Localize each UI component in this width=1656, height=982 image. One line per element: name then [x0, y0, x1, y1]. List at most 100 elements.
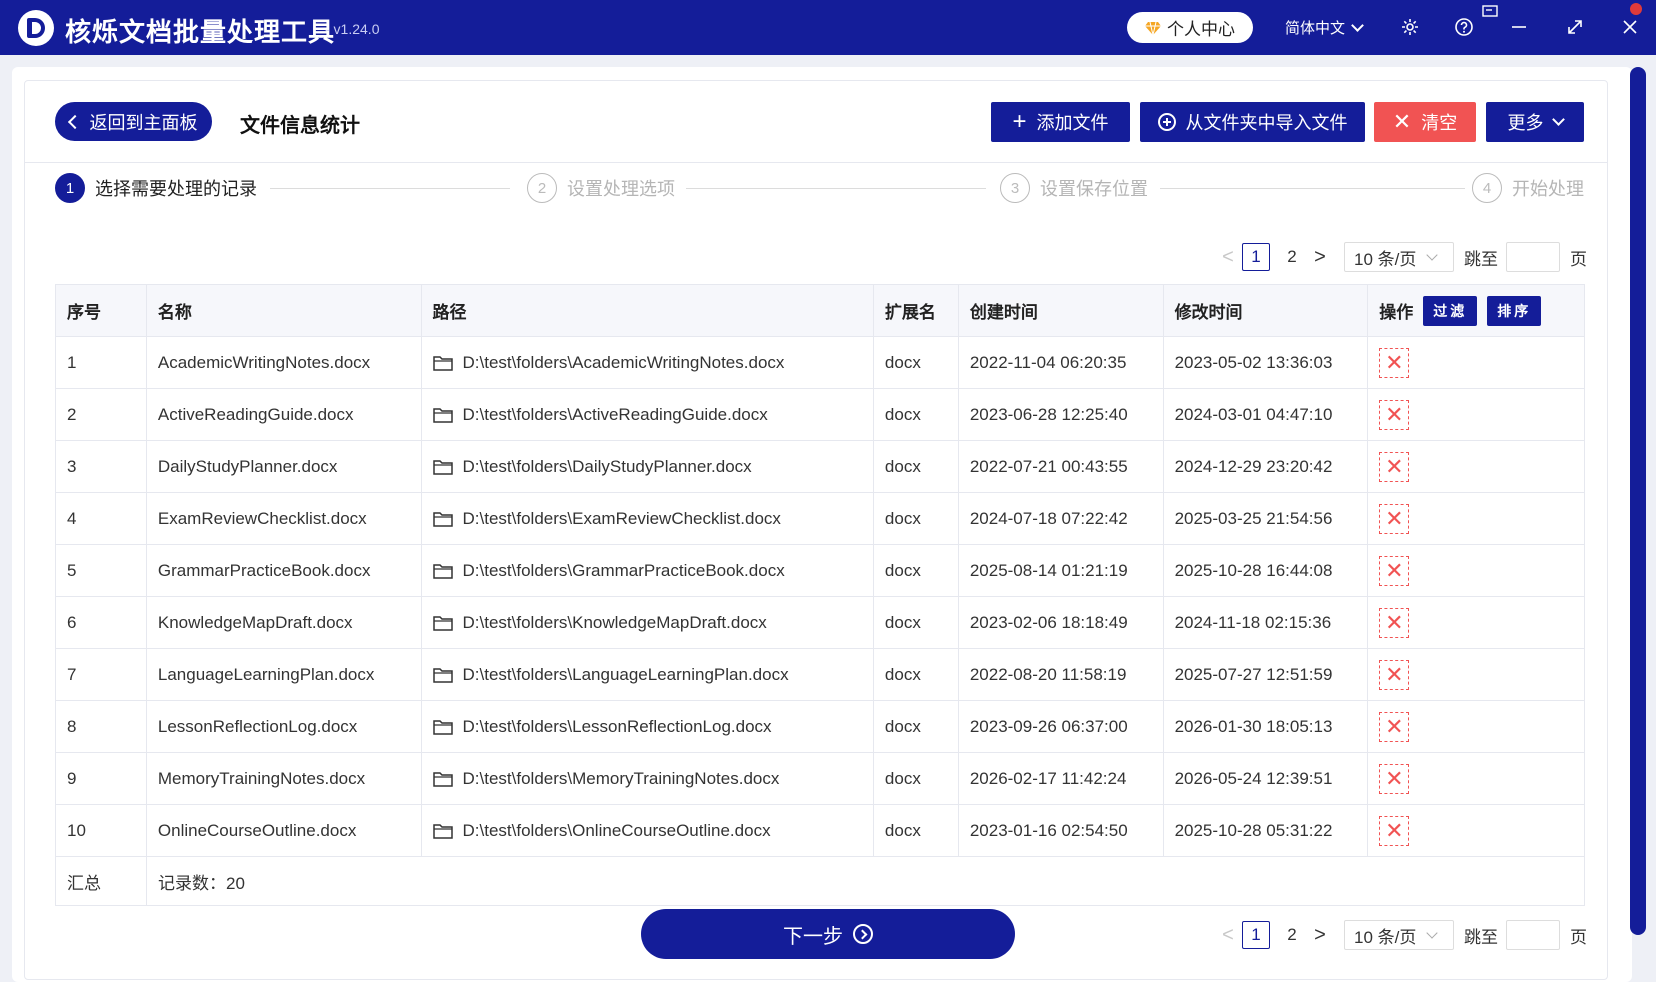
next-step-button[interactable]: 下一步 [641, 909, 1015, 959]
maximize-icon[interactable] [1562, 14, 1588, 40]
row-mtime: 2025-10-28 16:44:08 [1164, 545, 1369, 596]
delete-row-icon[interactable]: ✕ [1379, 711, 1410, 742]
row-path: D:\test\folders\AcademicWritingNotes.doc… [422, 337, 874, 388]
row-ext: docx [874, 805, 959, 856]
page-1-button[interactable]: 1 [1242, 243, 1270, 271]
record-count: 记录数：20 [158, 873, 245, 893]
folder-icon[interactable] [432, 719, 453, 735]
clear-button[interactable]: ✕ 清空 [1374, 102, 1476, 142]
delete-row-icon[interactable]: ✕ [1379, 763, 1410, 794]
row-mtime: 2025-10-28 05:31:22 [1164, 805, 1369, 856]
page-2-button[interactable]: 2 [1278, 243, 1306, 271]
close-icon[interactable] [1617, 14, 1643, 40]
step-connector [1160, 188, 1465, 189]
step-label: 设置处理选项 [567, 179, 675, 199]
delete-row-icon[interactable]: ✕ [1379, 555, 1410, 586]
more-dropdown-button[interactable]: 更多 [1486, 102, 1584, 142]
row-ext: docx [874, 389, 959, 440]
page-suffix: 页 [1570, 249, 1587, 269]
personal-center-button[interactable]: 个人中心 [1127, 12, 1253, 43]
folder-icon[interactable] [432, 355, 453, 371]
row-no: 4 [56, 493, 147, 544]
summary-row: 汇总 记录数：20 [56, 857, 1584, 905]
row-ctime: 2026-02-17 11:42:24 [959, 753, 1164, 804]
table-row[interactable]: 5 GrammarPracticeBook.docx D:\test\folders… [56, 545, 1584, 597]
more-label: 更多 [1507, 113, 1544, 133]
table-header: 序号 名称 路径 扩展名 创建时间 修改时间 操作 过滤 排序 [56, 285, 1584, 337]
row-name: KnowledgeMapDraft.docx [147, 597, 422, 648]
row-op: ✕ [1368, 337, 1584, 388]
row-no: 3 [56, 441, 147, 492]
add-file-button[interactable]: + 添加文件 [991, 102, 1130, 142]
table-row[interactable]: 6 KnowledgeMapDraft.docx D:\test\folders\K… [56, 597, 1584, 649]
row-op: ✕ [1368, 545, 1584, 596]
delete-row-icon[interactable]: ✕ [1379, 399, 1410, 430]
page-size-select[interactable]: 10 条/页 [1344, 242, 1454, 272]
path-text: D:\test\folders\ActiveReadingGuide.docx [462, 404, 768, 424]
delete-row-icon[interactable]: ✕ [1379, 659, 1410, 690]
step-connector [686, 188, 986, 189]
folder-icon[interactable] [432, 615, 453, 631]
prev-page-button[interactable]: < [1218, 924, 1238, 947]
table-row[interactable]: 8 LessonReflectionLog.docx D:\test\folders… [56, 701, 1584, 753]
personal-center-label: 个人中心 [1167, 20, 1235, 39]
header-op-label: 操作 [1379, 303, 1414, 322]
table-row[interactable]: 2 ActiveReadingGuide.docx D:\test\folders\… [56, 389, 1584, 441]
folder-icon[interactable] [432, 459, 453, 475]
delete-row-icon[interactable]: ✕ [1379, 607, 1410, 638]
pagination-top: < 1 2 > 10 条/页 跳至 页 [1218, 242, 1587, 272]
import-folder-button[interactable]: 从文件夹中导入文件 [1140, 102, 1365, 142]
prev-page-button[interactable]: < [1218, 246, 1238, 269]
row-op: ✕ [1368, 441, 1584, 492]
table-row[interactable]: 7 LanguageLearningPlan.docx D:\test\folder… [56, 649, 1584, 701]
row-ext: docx [874, 441, 959, 492]
settings-gear-icon[interactable] [1397, 14, 1423, 40]
circle-plus-icon [1157, 113, 1176, 131]
delete-row-icon[interactable]: ✕ [1379, 815, 1410, 846]
page-size-select[interactable]: 10 条/页 [1344, 920, 1454, 950]
minimize-icon[interactable] [1506, 14, 1532, 40]
row-name: AcademicWritingNotes.docx [147, 337, 422, 388]
folder-icon[interactable] [432, 771, 453, 787]
folder-icon[interactable] [432, 667, 453, 683]
table-row[interactable]: 10 OnlineCourseOutline.docx D:\test\folder… [56, 805, 1584, 857]
folder-icon[interactable] [432, 563, 453, 579]
table-row[interactable]: 1 AcademicWritingNotes.docx D:\test\folder… [56, 337, 1584, 389]
path-text: D:\test\folders\AcademicWritingNotes.doc… [462, 352, 785, 372]
page-2-button[interactable]: 2 [1278, 921, 1306, 949]
row-mtime: 2026-01-30 18:05:13 [1164, 701, 1369, 752]
row-ctime: 2022-11-04 06:20:35 [959, 337, 1164, 388]
chevron-down-icon [1351, 18, 1364, 32]
folder-icon[interactable] [432, 407, 453, 423]
row-ctime: 2022-08-20 11:58:19 [959, 649, 1164, 700]
delete-row-icon[interactable]: ✕ [1379, 347, 1410, 378]
page-1-button[interactable]: 1 [1242, 921, 1270, 949]
language-select[interactable]: 简体中文 [1285, 17, 1364, 38]
folder-icon[interactable] [432, 511, 453, 527]
vertical-scrollbar[interactable] [1630, 67, 1646, 935]
row-ctime: 2025-08-14 01:21:19 [959, 545, 1164, 596]
page-size-label: 10 条/页 [1354, 927, 1417, 947]
back-to-main-button[interactable]: 返回到主面板 [55, 102, 212, 141]
row-ext: docx [874, 753, 959, 804]
row-name: DailyStudyPlanner.docx [147, 441, 422, 492]
row-mtime: 2025-03-25 21:54:56 [1164, 493, 1369, 544]
row-no: 7 [56, 649, 147, 700]
next-page-button[interactable]: > [1310, 924, 1330, 947]
mini-window-icon[interactable] [1482, 5, 1498, 19]
delete-row-icon[interactable]: ✕ [1379, 503, 1410, 534]
next-page-button[interactable]: > [1310, 246, 1330, 269]
path-text: D:\test\folders\KnowledgeMapDraft.docx [462, 612, 767, 632]
folder-icon[interactable] [432, 823, 453, 839]
sort-button[interactable]: 排序 [1487, 295, 1542, 326]
table-row[interactable]: 4 ExamReviewChecklist.docx D:\test\folders… [56, 493, 1584, 545]
row-mtime: 2024-12-29 23:20:42 [1164, 441, 1369, 492]
row-ext: docx [874, 597, 959, 648]
filter-button[interactable]: 过滤 [1423, 295, 1478, 326]
help-icon[interactable] [1451, 14, 1477, 40]
delete-row-icon[interactable]: ✕ [1379, 451, 1410, 482]
table-row[interactable]: 9 MemoryTrainingNotes.docx D:\test\folders… [56, 753, 1584, 805]
table-row[interactable]: 3 DailyStudyPlanner.docx D:\test\folders\D… [56, 441, 1584, 493]
jump-page-input[interactable] [1506, 242, 1560, 272]
jump-page-input[interactable] [1506, 920, 1560, 950]
